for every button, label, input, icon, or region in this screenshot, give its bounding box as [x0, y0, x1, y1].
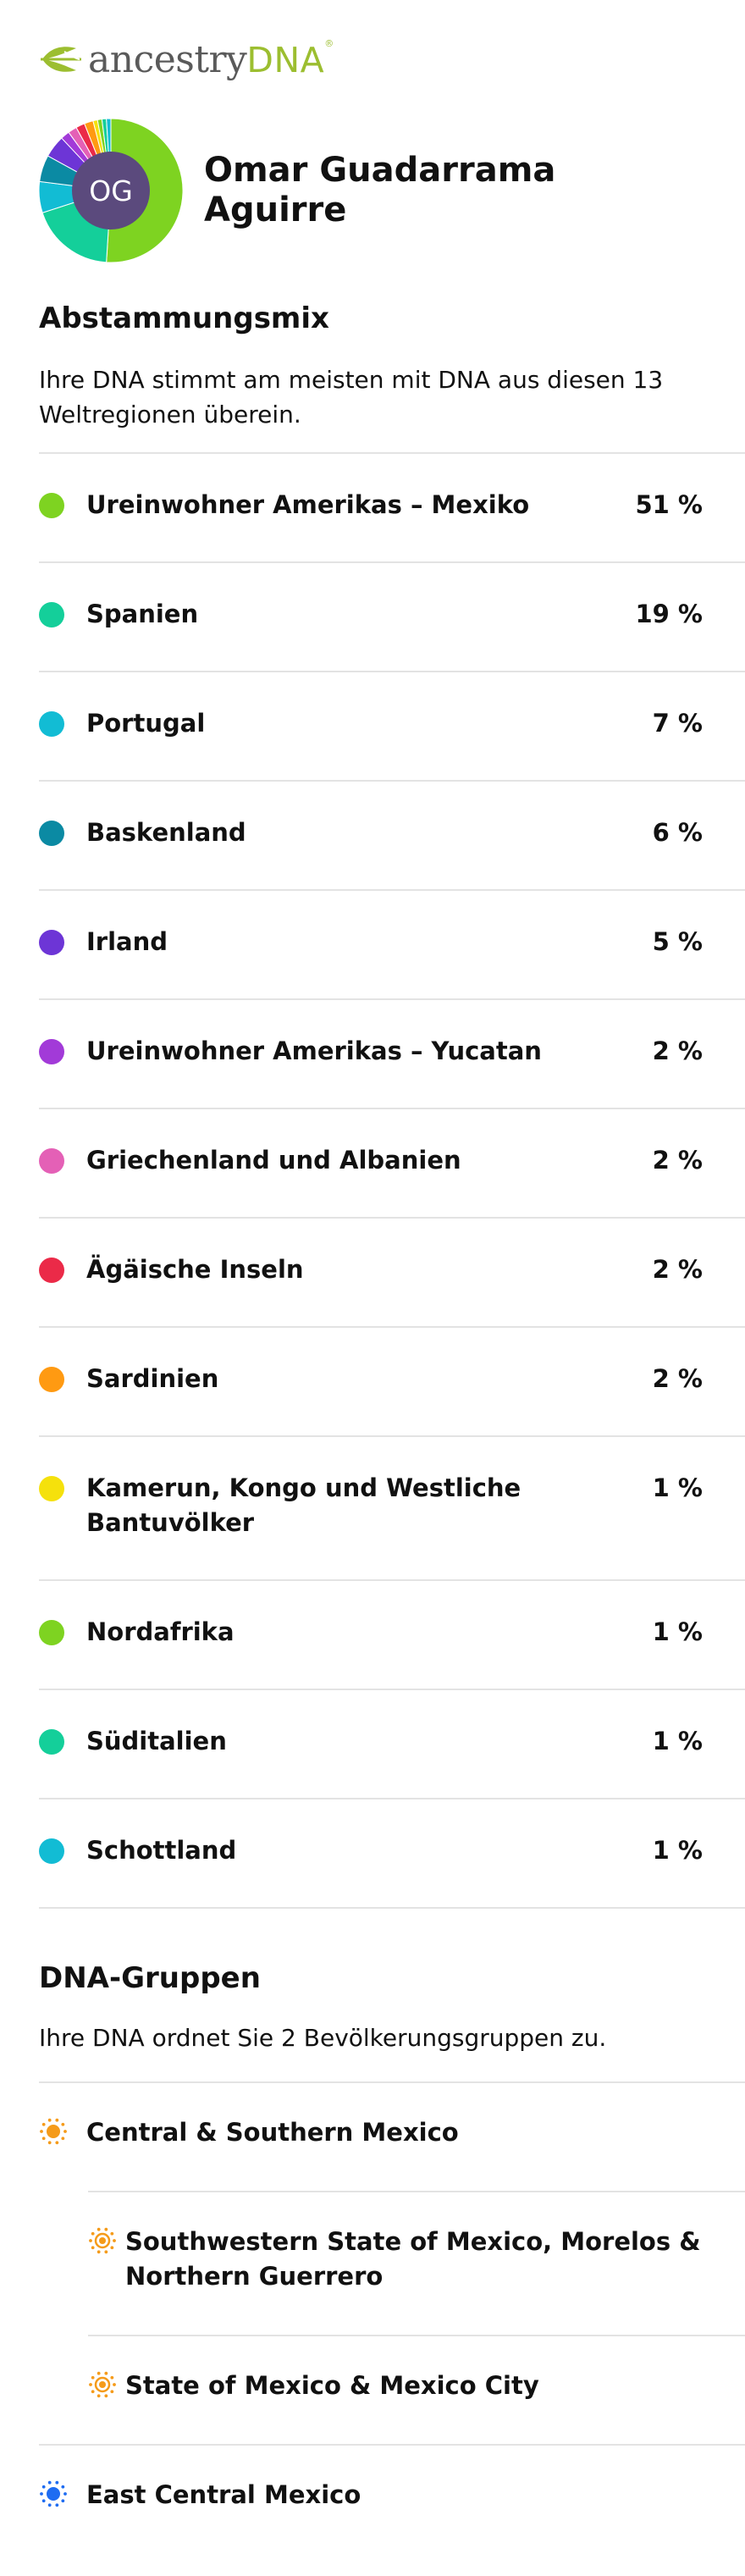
dna-groups-title: DNA-Gruppen — [39, 1961, 261, 1995]
sun-icon — [39, 2479, 68, 2508]
region-percent: 6 % — [652, 818, 703, 847]
region-name: Irland — [86, 927, 168, 956]
ethnicity-section-title: Abstammungsmix — [39, 301, 329, 335]
ancestry-dna-logo[interactable]: ancestryDNA® — [39, 34, 334, 85]
region-color-dot — [39, 1729, 64, 1755]
region-color-dot — [39, 1838, 64, 1864]
dna-groups-description: Ihre DNA ordnet Sie 2 Bevölkerungsgruppe… — [39, 2024, 607, 2052]
region-row[interactable]: Griechenland und Albanien 2 % — [39, 1108, 745, 1217]
region-row[interactable]: Ureinwohner Amerikas – Yucatan 2 % — [39, 998, 745, 1108]
leaf-logo-icon — [41, 47, 81, 72]
region-row[interactable]: Sardinien 2 % — [39, 1326, 745, 1435]
region-name: Baskenland — [86, 818, 246, 847]
region-name: Nordafrika — [86, 1617, 235, 1646]
page: ancestryDNA® OG Omar Guadarrama Aguirre … — [0, 0, 745, 2576]
profile-name-line-1: Omar Guadarrama — [204, 151, 556, 190]
region-row[interactable]: Süditalien 1 % — [39, 1689, 745, 1798]
region-percent: 1 % — [652, 1617, 703, 1646]
dna-group-row[interactable]: East Central Mexico — [39, 2444, 745, 2553]
region-color-dot — [39, 1620, 64, 1645]
region-row[interactable]: Ureinwohner Amerikas – Mexiko 51 % — [39, 452, 745, 561]
region-name: Schottland — [86, 1836, 237, 1865]
sun-icon — [39, 2117, 68, 2146]
region-name: Ureinwohner Amerikas – Mexiko — [86, 490, 530, 519]
region-color-dot — [39, 1476, 64, 1501]
region-name: Ureinwohner Amerikas – Yucatan — [86, 1036, 542, 1065]
region-percent: 2 % — [652, 1146, 703, 1175]
region-name: Griechenland und Albanien — [86, 1146, 461, 1175]
region-list: Ureinwohner Amerikas – Mexiko 51 % Spanien… — [39, 452, 745, 1907]
profile-header: OG Omar Guadarrama Aguirre — [39, 119, 716, 263]
region-color-dot — [39, 1258, 64, 1283]
region-color-dot — [39, 711, 64, 737]
dna-subgroup-row[interactable]: Southwestern State of Mexico, Morelos & … — [88, 2191, 745, 2335]
dna-subgroup-row[interactable]: State of Mexico & Mexico City — [88, 2335, 745, 2444]
region-percent: 1 % — [652, 1727, 703, 1755]
logo-wordmark: ancestryDNA® — [88, 37, 334, 81]
sun-icon — [88, 2370, 117, 2399]
region-percent: 2 % — [652, 1255, 703, 1284]
region-name: Ägäische Inseln — [86, 1255, 304, 1284]
region-name: Kamerun, Kongo und Westliche Bantuvölker — [86, 1473, 522, 1537]
region-percent: 19 % — [635, 600, 703, 628]
region-percent: 1 % — [652, 1836, 703, 1865]
region-percent: 5 % — [652, 927, 703, 956]
region-row[interactable]: Schottland 1 % — [39, 1798, 745, 1907]
dna-group-name: Central & Southern Mexico — [86, 2118, 459, 2147]
region-color-dot — [39, 493, 64, 518]
logo-dna-text: DNA — [246, 39, 325, 80]
dna-group-name: State of Mexico & Mexico City — [125, 2371, 539, 2400]
region-percent: 7 % — [652, 709, 703, 738]
region-name: Portugal — [86, 709, 206, 738]
region-color-dot — [39, 821, 64, 846]
region-color-dot — [39, 1148, 64, 1174]
region-row[interactable]: Irland 5 % — [39, 889, 745, 998]
region-color-dot — [39, 1039, 64, 1064]
ethnicity-donut-chart[interactable]: OG — [39, 119, 183, 263]
region-row[interactable]: Kamerun, Kongo und Westliche Bantuvölker… — [39, 1435, 745, 1579]
region-percent: 51 % — [635, 490, 703, 519]
region-row[interactable]: Spanien 19 % — [39, 561, 745, 671]
sun-icon — [88, 2226, 117, 2255]
dna-group-name: Southwestern State of Mexico, Morelos & … — [125, 2227, 701, 2291]
region-color-dot — [39, 602, 64, 627]
profile-name: Omar Guadarrama Aguirre — [204, 151, 555, 230]
region-row[interactable]: Ägäische Inseln 2 % — [39, 1217, 745, 1326]
region-percent: 2 % — [652, 1036, 703, 1065]
profile-name-line-2: Aguirre — [204, 191, 347, 229]
region-name: Sardinien — [86, 1364, 219, 1393]
divider — [39, 1907, 745, 1909]
avatar-initials: OG — [89, 174, 133, 207]
region-row[interactable]: Nordafrika 1 % — [39, 1579, 745, 1689]
region-percent: 2 % — [652, 1364, 703, 1393]
region-color-dot — [39, 930, 64, 955]
region-row[interactable]: Baskenland 6 % — [39, 780, 745, 889]
dna-group-row[interactable]: Central & Southern Mexico — [39, 2081, 745, 2191]
region-color-dot — [39, 1367, 64, 1392]
logo-registered-mark: ® — [324, 37, 334, 49]
region-row[interactable]: Portugal 7 % — [39, 671, 745, 780]
region-name: Süditalien — [86, 1727, 227, 1755]
ethnicity-description: Ihre DNA stimmt am meisten mit DNA aus d… — [39, 366, 664, 428]
region-name: Spanien — [86, 600, 199, 628]
region-percent: 1 % — [652, 1473, 703, 1502]
dna-group-name: East Central Mexico — [86, 2480, 361, 2509]
